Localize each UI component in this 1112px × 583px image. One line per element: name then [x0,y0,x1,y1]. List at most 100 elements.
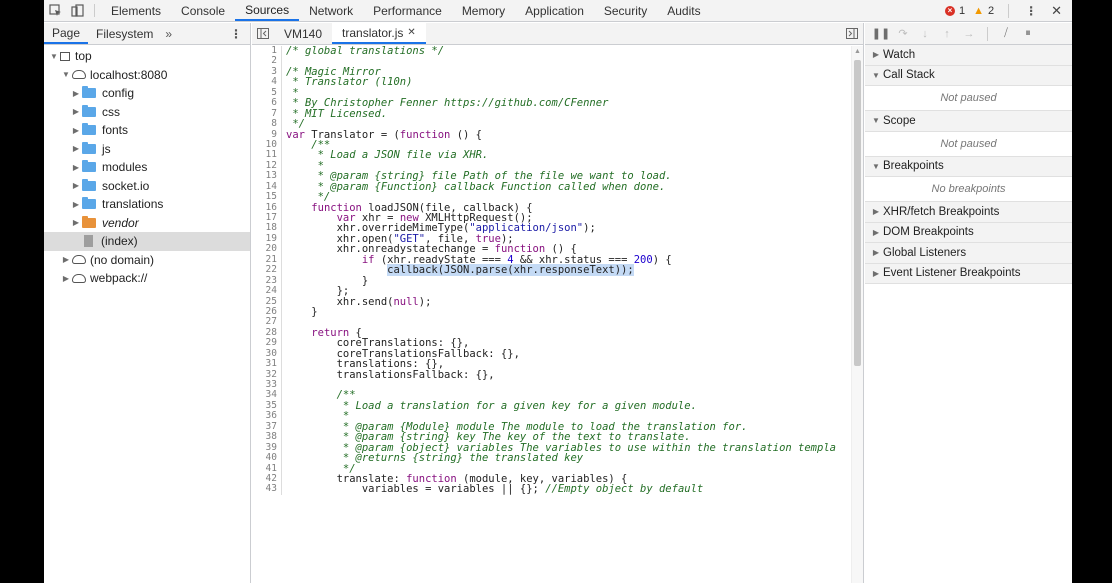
code-line[interactable]: 8 */ [252,118,852,130]
line-number[interactable]: 15 [252,191,282,203]
deactivate-breakpoints-icon[interactable]: ⧸ [996,27,1016,40]
kebab-menu-icon[interactable]: ⋮ [1019,4,1043,18]
tab-audits[interactable]: Audits [657,0,710,21]
tree-item-no-domain[interactable]: ▶ (no domain) [44,251,250,270]
vertical-scrollbar[interactable]: ▲ [851,46,863,583]
collapsed-arrow-icon[interactable]: ▶ [70,107,82,116]
collapsed-arrow-icon[interactable]: ▶ [70,163,82,172]
pane-header-breakpoints[interactable]: ▼ Breakpoints [865,156,1072,177]
collapsed-arrow-icon[interactable]: ▶ [70,218,82,227]
line-number[interactable]: 5 [252,87,282,99]
error-icon[interactable]: × [944,5,955,16]
line-number[interactable]: 8 [252,118,282,130]
code-line[interactable]: 43 variables = variables || {}; //Empty … [252,483,852,495]
collapsed-arrow-icon[interactable]: ▶ [871,269,881,278]
code-line[interactable]: 25 xhr.send(null); [252,296,852,307]
step-into-icon[interactable]: ↓ [915,28,935,40]
tree-item-css[interactable]: ▶ css [44,103,250,122]
tab-sources[interactable]: Sources [235,0,300,21]
line-number[interactable]: 6 [252,97,282,109]
tree-item-modules[interactable]: ▶ modules [44,158,250,177]
line-number[interactable]: 2 [252,55,282,67]
expanded-arrow-icon[interactable]: ▼ [48,52,60,61]
navigator-menu-icon[interactable]: ⋮ [222,23,250,44]
line-number[interactable]: 24 [252,285,282,297]
tree-item-webpack[interactable]: ▶ webpack:// [44,269,250,288]
close-tab-icon[interactable]: ✕ [407,27,415,38]
tab-vm140[interactable]: VM140 [274,23,332,44]
tab-elements[interactable]: Elements [101,0,171,21]
pane-header-call-stack[interactable]: ▼ Call Stack [865,65,1072,86]
step-over-icon[interactable]: ↷ [893,27,913,40]
line-number[interactable]: 7 [252,108,282,120]
tree-item-fonts[interactable]: ▶ fonts [44,121,250,140]
collapsed-arrow-icon[interactable]: ▶ [871,207,881,216]
line-number[interactable]: 43 [252,483,282,495]
pane-header-watch[interactable]: ▶ Watch [865,45,1072,66]
pane-header-scope[interactable]: ▼ Scope [865,111,1072,132]
pane-header-global-listeners[interactable]: ▶ Global Listeners [865,243,1072,264]
code-area[interactable]: 1/* global translations */2 3/* Magic Mir… [252,46,852,583]
pane-header-xhr-fetch-breakpoints[interactable]: ▶ XHR/fetch Breakpoints [865,202,1072,223]
tree-item-index[interactable]: (index) [44,232,250,251]
collapsed-arrow-icon[interactable]: ▶ [70,200,82,209]
tab-filesystem[interactable]: Filesystem [88,23,161,44]
warning-icon[interactable]: ▲ [973,5,984,17]
tab-translator-js[interactable]: translator.js ✕ [332,23,426,44]
collapsed-arrow-icon[interactable]: ▶ [60,255,72,264]
line-number[interactable]: 3 [252,66,282,78]
code-line[interactable]: 7 * MIT Licensed. [252,108,852,120]
collapsed-arrow-icon[interactable]: ▶ [871,228,881,237]
more-tabs-icon[interactable]: » [161,23,176,44]
step-out-icon[interactable]: ↑ [937,28,957,40]
line-number[interactable]: 4 [252,76,282,88]
line-number[interactable]: 1 [252,46,282,57]
tab-console[interactable]: Console [171,0,235,21]
toggle-debugger-icon[interactable] [841,23,863,44]
tree-item-js[interactable]: ▶ js [44,140,250,159]
tree-item-socketio[interactable]: ▶ socket.io [44,177,250,196]
code-line[interactable]: 14 * @param {Function} callback Function… [252,181,852,193]
line-number[interactable]: 40 [252,452,282,464]
code-line[interactable]: 11 * Load a JSON file via XHR. [252,149,852,161]
code-line[interactable]: 9 var Translator = (function () { [252,129,852,140]
code-line[interactable]: 26 } [252,306,852,317]
collapsed-arrow-icon[interactable]: ▶ [871,50,881,59]
tab-page[interactable]: Page [44,23,89,44]
tree-item-config[interactable]: ▶ config [44,84,250,103]
pause-icon[interactable]: ❚❚ [871,27,891,40]
tab-security[interactable]: Security [594,0,657,21]
collapsed-arrow-icon[interactable]: ▶ [70,181,82,190]
pause-on-exceptions-icon[interactable]: ⏸ [1018,27,1038,40]
tab-network[interactable]: Network [299,0,363,21]
device-toolbar-icon[interactable] [66,0,88,21]
toggle-navigator-icon[interactable] [252,23,274,44]
scrollbar-thumb[interactable] [854,60,861,366]
code-line[interactable]: 24 }; [252,285,852,297]
collapsed-arrow-icon[interactable]: ▶ [70,144,82,153]
tree-item-top[interactable]: ▼ top [44,47,250,66]
code-line[interactable]: 32 translationsFallback: {}, [252,369,852,380]
code-line[interactable]: 4 * Translator (l10n) [252,76,852,88]
line-number[interactable]: 31 [252,358,282,370]
close-icon[interactable]: ✕ [1047,3,1066,19]
tab-application[interactable]: Application [515,0,594,21]
tree-item-vendor[interactable]: ▶ vendor [44,214,250,233]
pane-header-event-listener-breakpoints[interactable]: ▶ Event Listener Breakpoints [865,263,1072,284]
collapsed-arrow-icon[interactable]: ▶ [70,126,82,135]
expanded-arrow-icon[interactable]: ▼ [60,70,72,79]
expanded-arrow-icon[interactable]: ▼ [871,162,881,171]
tree-item-localhost[interactable]: ▼ localhost:8080 [44,66,250,85]
collapsed-arrow-icon[interactable]: ▶ [60,274,72,283]
expanded-arrow-icon[interactable]: ▼ [871,71,881,80]
collapsed-arrow-icon[interactable]: ▶ [871,248,881,257]
tree-item-translations[interactable]: ▶ translations [44,195,250,214]
error-count[interactable]: 1 [959,5,965,17]
step-icon[interactable]: → [959,28,979,40]
collapsed-arrow-icon[interactable]: ▶ [70,89,82,98]
tab-performance[interactable]: Performance [363,0,452,21]
scroll-up-icon[interactable]: ▲ [854,48,861,55]
code-line[interactable]: 1 /* global translations */ [252,46,852,57]
pane-header-dom-breakpoints[interactable]: ▶ DOM Breakpoints [865,222,1072,243]
inspect-element-icon[interactable] [44,0,66,21]
